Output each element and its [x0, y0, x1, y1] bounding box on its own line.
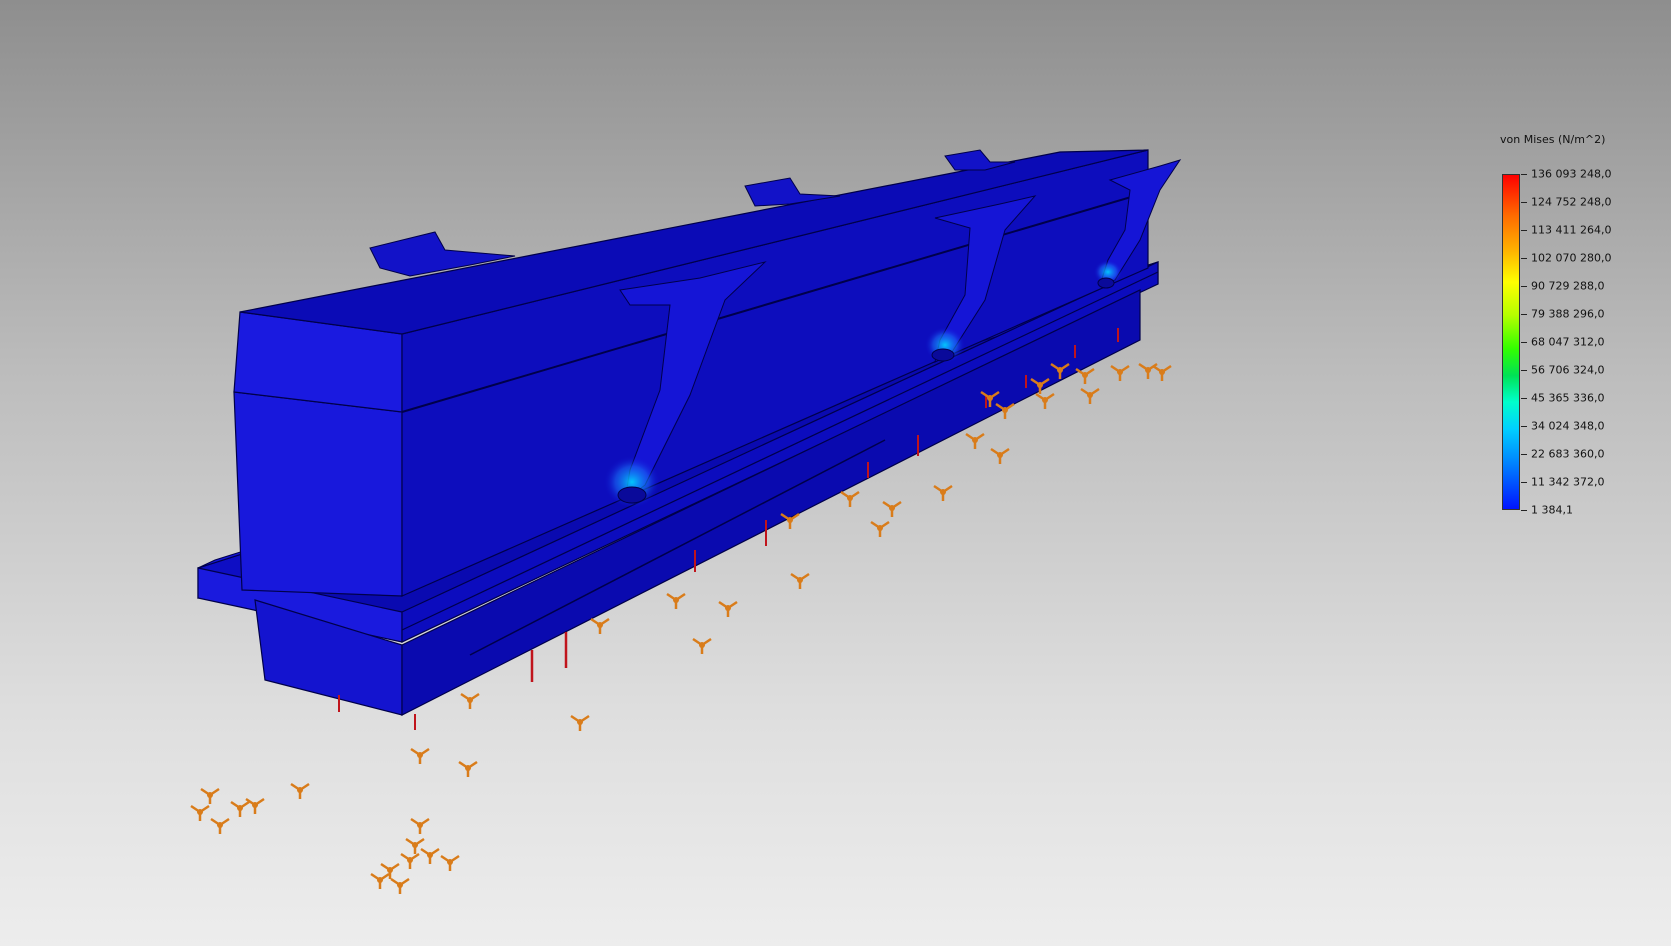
- fixture-arrow-icon: [1110, 364, 1130, 381]
- legend-title: von Mises (N/m^2): [1500, 133, 1606, 146]
- fixture-arrow-icon: [590, 617, 610, 634]
- legend-value: 56 706 324,0: [1531, 363, 1605, 377]
- legend-value: 1 384,1: [1531, 503, 1573, 517]
- fixture-arrow-icon: [390, 877, 410, 894]
- fixture-arrow-icon: [460, 692, 480, 709]
- fixture-arrow-icon: [420, 847, 440, 864]
- legend-value: 45 365 336,0: [1531, 391, 1605, 405]
- legend-value: 124 752 248,0: [1531, 195, 1612, 209]
- fixture-arrow-icon: [1080, 387, 1100, 404]
- fixture-arrow-icon: [570, 714, 590, 731]
- fea-model-view[interactable]: [0, 0, 1671, 946]
- legend-value: 113 411 264,0: [1531, 223, 1612, 237]
- fixture-arrow-icon: [400, 852, 420, 869]
- legend-value: 22 683 360,0: [1531, 447, 1605, 461]
- fixture-arrow-icon: [245, 797, 265, 814]
- fixture-arrow-icon: [882, 500, 902, 517]
- fixture-arrow-icon: [790, 572, 810, 589]
- fixture-arrow-icon: [370, 872, 390, 889]
- fixture-arrow-icon: [1075, 367, 1095, 384]
- legend-value: 136 093 248,0: [1531, 167, 1612, 181]
- fixture-arrow-icon: [1035, 392, 1055, 409]
- fixture-arrow-icon: [410, 747, 430, 764]
- fixture-arrow-icon: [666, 592, 686, 609]
- fixture-arrow-icon: [410, 817, 430, 834]
- legend-value: 102 070 280,0: [1531, 251, 1612, 265]
- fixture-arrow-icon: [870, 520, 890, 537]
- fixture-arrow-icon: [933, 484, 953, 501]
- legend-value: 79 388 296,0: [1531, 307, 1605, 321]
- fixture-arrow-icon: [405, 837, 425, 854]
- beam-model[interactable]: [197, 149, 1182, 716]
- fixture-arrow-icon: [440, 854, 460, 871]
- graphics-viewport[interactable]: [0, 0, 1671, 946]
- legend-value: 68 047 312,0: [1531, 335, 1605, 349]
- fixture-arrow-icon: [290, 782, 310, 799]
- fixture-arrow-icon: [230, 800, 250, 817]
- fixture-arrow-icon: [965, 432, 985, 449]
- stress-legend: von Mises (N/m^2) 136 093 248,0 124 752 …: [1500, 133, 1660, 517]
- fixture-arrow-icon: [692, 637, 712, 654]
- legend-value: 11 342 372,0: [1531, 475, 1605, 489]
- legend-color-bar: [1502, 174, 1520, 510]
- fixture-arrow-icon: [840, 490, 860, 507]
- fixture-arrow-icon: [990, 447, 1010, 464]
- fixture-arrow-icon: [458, 760, 478, 777]
- fixture-arrow-icon: [718, 600, 738, 617]
- fixture-arrow-icon: [210, 817, 230, 834]
- fixture-arrow-icon: [1152, 364, 1172, 381]
- fixture-arrow-icon: [190, 804, 210, 821]
- legend-value: 34 024 348,0: [1531, 419, 1605, 433]
- fixture-arrow-icon: [200, 787, 220, 804]
- legend-value: 90 729 288,0: [1531, 279, 1605, 293]
